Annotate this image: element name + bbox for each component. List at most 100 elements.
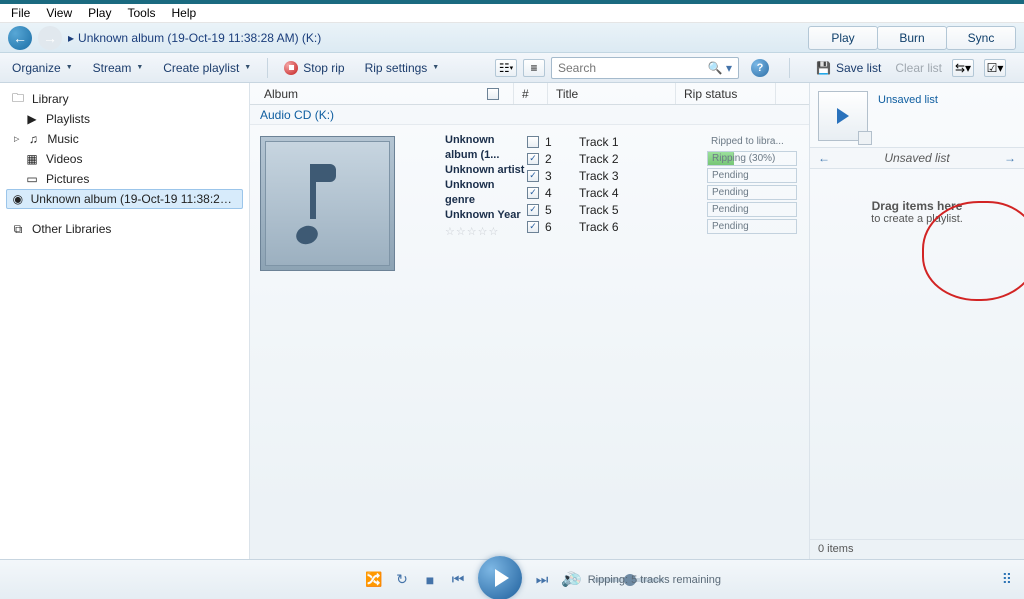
library-icon: 🗀 (10, 91, 26, 107)
view-list-button[interactable]: ≡ (523, 59, 545, 77)
table-row[interactable]: ✓ 5Track 5Pending (527, 201, 799, 218)
col-number[interactable]: # (522, 87, 529, 101)
right-panel-footer: 0 items (810, 539, 1024, 559)
col-album[interactable]: Album (264, 87, 298, 101)
chevron-down-icon: ▼ (66, 64, 73, 71)
help-button[interactable]: ? (751, 59, 769, 77)
music-icon: ♫ (25, 131, 41, 147)
shuffle-button[interactable]: 🔀 (360, 571, 388, 588)
next-arrow-icon[interactable]: → (1004, 151, 1016, 165)
track-title: Track 6 (579, 220, 707, 234)
rip-status-cell: Pending (707, 202, 797, 217)
player-status-text: Ripping: 5 tracks remaining (588, 574, 721, 586)
rip-status-cell: Ripping (30%) (707, 151, 797, 166)
sidebar-item-videos[interactable]: ▦Videos (6, 149, 243, 169)
select-all-checkbox[interactable] (487, 88, 499, 100)
save-list-button[interactable]: 💾 Save list (812, 59, 885, 77)
sidebar-item-music[interactable]: ▷ ♫ Music (6, 129, 243, 149)
breadcrumb[interactable]: ▸ Unknown album (19-Oct-19 11:38:28 AM) … (68, 31, 803, 45)
stop-rip-button[interactable]: Stop rip (280, 59, 348, 77)
track-number: 5 (545, 203, 579, 217)
subheader[interactable]: Audio CD (K:) (250, 105, 809, 125)
unsaved-list-link[interactable]: Unsaved list (878, 91, 938, 139)
view-icons-button[interactable]: ☷ ▾ (495, 59, 517, 77)
table-row[interactable]: ✓ 6Track 6Pending (527, 218, 799, 235)
sidebar-item-playlists[interactable]: ▶Playlists (6, 109, 243, 129)
chevron-right-icon: ▷ (14, 135, 19, 143)
track-checkbox[interactable]: ✓ (527, 170, 539, 182)
save-list-label: Save list (836, 61, 881, 75)
disc-icon: ◉ (11, 191, 25, 207)
toggle-button-1[interactable]: ⇆▾ (952, 59, 974, 77)
stream-button[interactable]: Stream▼ (89, 59, 148, 77)
search-input[interactable]: Search 🔍 ▾ (551, 57, 739, 79)
track-checkbox[interactable]: ✓ (527, 136, 539, 148)
rip-settings-label: Rip settings (365, 61, 428, 75)
menu-help[interactable]: Help (164, 6, 205, 20)
sidebar-item-label: Other Libraries (32, 222, 111, 236)
sidebar-item-label: Music (47, 132, 78, 146)
rating-stars[interactable]: ☆☆☆☆☆ (445, 225, 527, 240)
tab-sync[interactable]: Sync (946, 26, 1016, 50)
nav-forward-button[interactable]: → (38, 26, 62, 50)
clear-list-button[interactable]: Clear list (895, 61, 942, 75)
repeat-button[interactable]: ↻ (388, 571, 416, 588)
artist-text: Unknown artist (445, 163, 527, 178)
tab-burn[interactable]: Burn (877, 26, 947, 50)
chevron-right-icon: ▸ (68, 31, 74, 45)
sidebar-item-label: Videos (46, 152, 82, 166)
create-playlist-button[interactable]: Create playlist▼ (159, 59, 255, 77)
music-note-icon (298, 164, 358, 244)
track-title: Track 5 (579, 203, 707, 217)
track-checkbox[interactable]: ✓ (527, 153, 539, 165)
table-row[interactable]: ✓3Track 3Pending (527, 167, 799, 184)
col-title[interactable]: Title (556, 87, 578, 101)
sidebar-item-other-libraries[interactable]: ⧉ Other Libraries (6, 219, 243, 239)
prev-arrow-icon[interactable]: ← (818, 151, 830, 165)
other-libraries-icon: ⧉ (10, 221, 26, 237)
rip-settings-button[interactable]: Rip settings▼ (361, 59, 444, 77)
table-row[interactable]: ✓2Track 2Ripping (30%) (527, 150, 799, 167)
track-checkbox[interactable]: ✓ (527, 187, 539, 199)
track-title: Track 2 (579, 152, 707, 166)
rip-status-cell: Pending (707, 168, 797, 183)
track-checkbox[interactable]: ✓ (527, 221, 539, 233)
prev-button[interactable]: ⏮ (444, 571, 472, 588)
menu-play[interactable]: Play (80, 6, 119, 20)
player-bar: 🔀 ↻ ■ ⏮ ⏭ 🔊 💿 Ripping: 5 tracks remainin… (0, 559, 1024, 599)
sidebar-item-library[interactable]: 🗀Library (6, 89, 243, 109)
col-rip-status[interactable]: Rip status (684, 87, 737, 101)
ripping-icon: 💿 (568, 573, 582, 586)
divider (789, 58, 790, 78)
drag-hint-sub: to create a playlist. (871, 213, 963, 225)
nav-back-button[interactable]: ← (8, 26, 32, 50)
track-number: 6 (545, 220, 579, 234)
tab-play[interactable]: Play (808, 26, 878, 50)
playlist-thumbnail[interactable] (818, 91, 868, 141)
menu-tools[interactable]: Tools (119, 6, 163, 20)
sidebar: 🗀Library ▶Playlists ▷ ♫ Music ▦Videos ▭Pic… (0, 83, 250, 559)
toggle-button-2[interactable]: ☑▾ (984, 59, 1006, 77)
sidebar-item-album[interactable]: ◉Unknown album (19-Oct-19 11:38:28 AM) (… (6, 189, 243, 209)
switch-view-button[interactable]: ⠿ (1002, 571, 1012, 588)
drag-hint-title: Drag items here (872, 199, 963, 213)
rip-status-cell: Pending (707, 219, 797, 234)
menu-file[interactable]: File (3, 6, 38, 20)
menu-view[interactable]: View (38, 6, 80, 20)
table-row[interactable]: ✓1Track 1Ripped to libra... (527, 133, 799, 150)
table-row[interactable]: ✓4Track 4Pending (527, 184, 799, 201)
next-button[interactable]: ⏭ (528, 571, 556, 588)
playlist-icon: ▶ (24, 111, 40, 127)
stop-button[interactable]: ■ (416, 572, 444, 588)
menubar[interactable]: File View Play Tools Help (0, 4, 1024, 23)
album-title-text: Unknown album (1... (445, 133, 527, 163)
track-checkbox[interactable]: ✓ (527, 204, 539, 216)
save-icon: 💾 (816, 61, 831, 75)
search-placeholder: Search (558, 61, 596, 75)
create-playlist-label: Create playlist (163, 61, 239, 75)
organize-label: Organize (12, 61, 61, 75)
play-button[interactable] (478, 556, 522, 599)
organize-button[interactable]: Organize ▼ (8, 59, 77, 77)
sidebar-item-pictures[interactable]: ▭Pictures (6, 169, 243, 189)
stream-label: Stream (93, 61, 132, 75)
